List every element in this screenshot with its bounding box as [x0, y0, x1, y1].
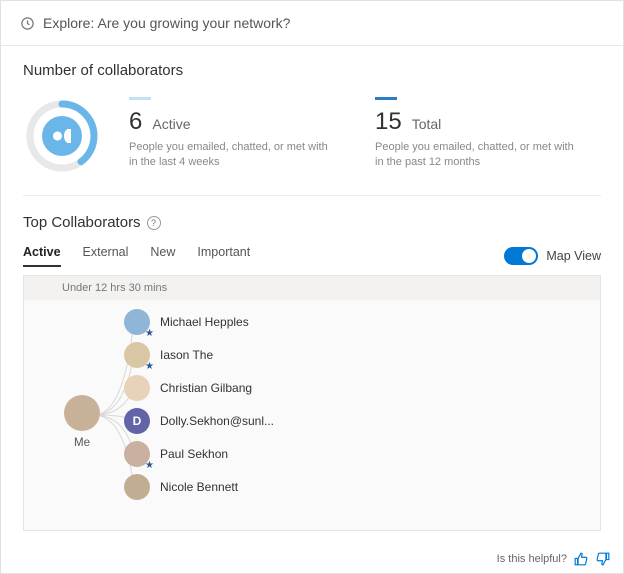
person-silhouette-icon — [42, 116, 82, 156]
avatar: D — [124, 408, 150, 434]
thumbs-up-icon[interactable] — [573, 551, 589, 567]
tabs-row: Active External New Important Map View — [1, 245, 623, 267]
card-header: Explore: Are you growing your network? — [1, 1, 623, 46]
avatar — [124, 375, 150, 401]
graph-body: Me Michael Hepples Iason The Christian Gil… — [24, 300, 600, 530]
collaborator-node[interactable]: Paul Sekhon — [124, 437, 274, 470]
tab-important[interactable]: Important — [197, 245, 250, 267]
collaborator-node[interactable]: Christian Gilbang — [124, 371, 274, 404]
total-indicator-bar — [375, 97, 397, 100]
total-metric: 15 Total People you emailed, chatted, or… — [375, 97, 601, 170]
collaborator-list: Michael Hepples Iason The Christian Gilban… — [124, 305, 274, 503]
avatar — [124, 309, 150, 335]
map-view-control: Map View — [504, 247, 601, 265]
collaborator-node[interactable]: D Dolly.Sekhon@sunl... — [124, 404, 274, 437]
metrics-row: 6 Active People you emailed, chatted, or… — [23, 97, 601, 196]
collaborator-node[interactable]: Nicole Bennett — [124, 470, 274, 503]
tab-new[interactable]: New — [150, 245, 175, 267]
collaborator-graph: Under 12 hrs 30 mins Me Michael Hepples I… — [23, 275, 601, 531]
avatar — [124, 342, 150, 368]
top-collaborators-section: Top Collaborators ? — [1, 196, 623, 231]
collaborator-name: Michael Hepples — [160, 315, 249, 329]
collaborator-node[interactable]: Michael Hepples — [124, 305, 274, 338]
collaborator-name: Nicole Bennett — [160, 480, 238, 494]
collaborator-name: Dolly.Sekhon@sunl... — [160, 414, 274, 428]
explore-card: Explore: Are you growing your network? N… — [0, 0, 624, 574]
graph-time-header: Under 12 hrs 30 mins — [24, 276, 600, 300]
helpful-label: Is this helpful? — [497, 553, 567, 565]
active-indicator-bar — [129, 97, 151, 100]
collaborator-tabs: Active External New Important — [23, 245, 250, 267]
active-description: People you emailed, chatted, or met with… — [129, 140, 339, 170]
collaborator-node[interactable]: Iason The — [124, 338, 274, 371]
tab-active[interactable]: Active — [23, 245, 61, 267]
history-icon — [19, 15, 35, 31]
total-label: Total — [412, 116, 442, 132]
avatar — [124, 441, 150, 467]
active-label: Active — [152, 116, 190, 132]
thumbs-down-icon[interactable] — [595, 551, 611, 567]
avatar — [124, 474, 150, 500]
map-view-toggle[interactable] — [504, 247, 538, 265]
card-title: Explore: Are you growing your network? — [43, 15, 290, 31]
collaborators-section-title: Number of collaborators — [23, 62, 601, 79]
map-view-label: Map View — [546, 249, 601, 263]
tab-external[interactable]: External — [83, 245, 129, 267]
feedback-footer: Is this helpful? — [1, 547, 623, 573]
collaborator-name: Iason The — [160, 348, 213, 362]
me-label: Me — [64, 437, 100, 449]
help-icon[interactable]: ? — [147, 216, 161, 230]
collaborators-donut — [23, 97, 101, 175]
collaborators-section: Number of collaborators 6 Active People … — [1, 46, 623, 196]
collaborator-name: Christian Gilbang — [160, 381, 252, 395]
top-collaborators-title: Top Collaborators — [23, 214, 141, 231]
collaborator-name: Paul Sekhon — [160, 447, 228, 461]
me-node[interactable]: Me — [64, 395, 100, 449]
total-description: People you emailed, chatted, or met with… — [375, 140, 585, 170]
total-count: 15 — [375, 108, 402, 136]
me-avatar — [64, 395, 100, 431]
active-metric: 6 Active People you emailed, chatted, or… — [129, 97, 355, 170]
active-count: 6 — [129, 108, 142, 136]
